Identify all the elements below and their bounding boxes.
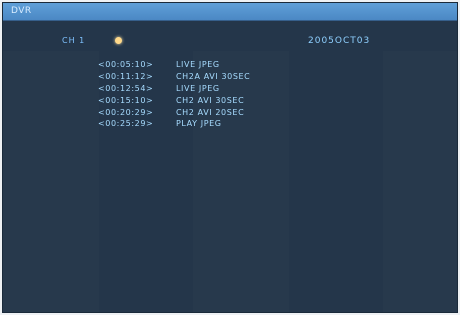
log-entry-time: <00:20:29>: [98, 107, 154, 117]
log-entry-event: LIVE JPEG: [176, 60, 220, 70]
title-bar: DVR: [3, 3, 457, 21]
channel-label: CH 1: [62, 36, 86, 45]
record-dot-icon: [115, 37, 122, 44]
window-title: DVR: [11, 6, 32, 16]
date-label: 2005OCT03: [308, 36, 371, 46]
log-entry-event: LIVE JPEG: [176, 83, 220, 93]
log-entry-event: CH2 AVI 20SEC: [176, 107, 245, 117]
log-entry-time: <00:25:29>: [98, 119, 154, 129]
log-entry[interactable]: <00:12:54> LIVE JPEG: [98, 83, 358, 95]
log-entry-time: <00:12:54>: [98, 83, 154, 93]
header-row: CH 1 2005OCT03: [3, 31, 457, 51]
log-entry[interactable]: <00:11:12> CH2A AVI 30SEC: [98, 71, 358, 83]
log-entry-time: <00:15:10>: [98, 95, 154, 105]
background-band: [3, 51, 99, 312]
log-entry[interactable]: <00:15:10> CH2 AVI 30SEC: [98, 94, 358, 106]
dvr-window: DVR CH 1 2005OCT03 <00:05:10> LIVE JPEG …: [2, 2, 458, 313]
event-log-list: <00:05:10> LIVE JPEG <00:11:12> CH2A AVI…: [98, 59, 358, 130]
log-entry-event: CH2 AVI 30SEC: [176, 95, 245, 105]
log-entry-time: <00:05:10>: [98, 60, 154, 70]
log-entry[interactable]: <00:20:29> CH2 AVI 20SEC: [98, 106, 358, 118]
log-entry-time: <00:11:12>: [98, 72, 154, 82]
log-entry[interactable]: <00:05:10> LIVE JPEG: [98, 59, 358, 71]
log-entry[interactable]: <00:25:29> PLAY JPEG: [98, 118, 358, 130]
log-entry-event: CH2A AVI 30SEC: [176, 72, 251, 82]
log-entry-event: PLAY JPEG: [176, 119, 222, 129]
background-band: [383, 51, 457, 312]
